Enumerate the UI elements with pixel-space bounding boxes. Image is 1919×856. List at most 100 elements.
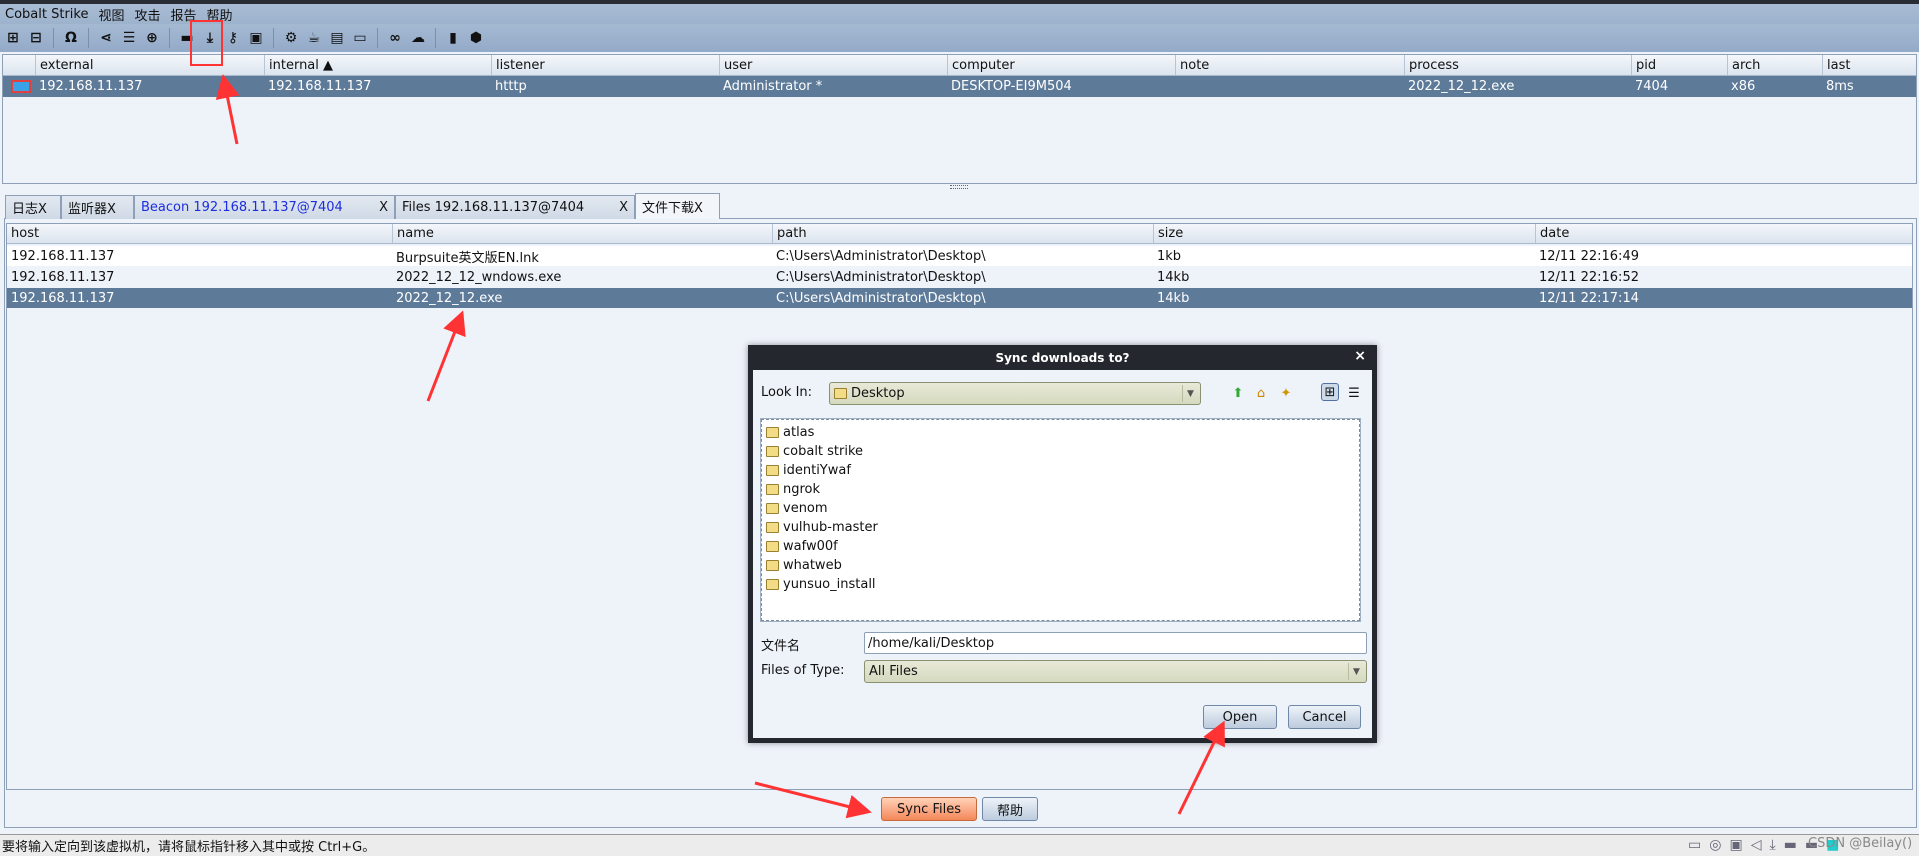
chevron-down-icon[interactable]: ▼ [1182,385,1198,402]
col-internal[interactable]: internal ▲ [264,55,333,75]
filename-value: /home/kali/Desktop [868,635,995,651]
col-host[interactable]: host [7,224,39,243]
folder-item[interactable]: whatweb [766,556,842,575]
dialog-title: Sync downloads to? [753,345,1372,370]
col-process[interactable]: process [1404,55,1459,75]
cloud-icon[interactable]: ☁ [409,29,427,47]
sync-files-button[interactable]: Sync Files [881,797,977,821]
home-icon[interactable]: ⌂ [1252,384,1270,402]
up-folder-icon[interactable]: ⬆ [1229,384,1247,402]
shared-folder-icon[interactable]: ▬ [1784,837,1797,853]
folder-icon [766,541,779,552]
tab-beacon[interactable]: Beacon 192.168.11.137@7404 X [134,195,395,219]
folder-name: cobalt strike [783,444,864,459]
folder-item[interactable]: identiYwaf [766,461,851,480]
screenshot-icon[interactable]: ▣ [247,29,265,47]
tab-files[interactable]: Files 192.168.11.137@7404 X [395,195,635,219]
minus-icon[interactable]: ⊟ [27,29,45,47]
folder-item[interactable]: cobalt strike [766,442,863,461]
tab-label: Files 192.168.11.137@7404 [402,200,585,215]
folder-list[interactable]: atlas cobalt strike identiYwaf ngrok venom vu… [760,418,1361,622]
terminal-icon[interactable]: ▭ [351,29,369,47]
splitter-handle[interactable] [950,185,968,189]
col-date[interactable]: date [1535,224,1569,243]
divider [53,28,54,48]
divider [273,28,274,48]
cell-date: 12/11 22:16:52 [1539,269,1639,285]
close-icon[interactable]: × [1354,348,1366,364]
cd-icon[interactable]: ◎ [1709,837,1721,853]
folder-name: yunsuo_install [783,577,876,592]
col-last[interactable]: last [1822,55,1850,75]
key-icon[interactable]: ⚷ [224,29,242,47]
folder-item[interactable]: venom [766,499,828,518]
gear-icon[interactable]: ⚙ [282,29,300,47]
col-note[interactable]: note [1175,55,1209,75]
cube-icon[interactable]: ⬢ [467,29,485,47]
menu-cobalt-strike[interactable]: Cobalt Strike [5,7,88,22]
col-user[interactable]: user [719,55,752,75]
col-path[interactable]: path [772,224,807,243]
col-listener[interactable]: listener [491,55,545,75]
book-icon[interactable]: ▮ [444,29,462,47]
headphones-icon[interactable]: Ω [62,29,80,47]
file-type-select[interactable]: All Files ▼ [864,660,1367,683]
help-button[interactable]: 帮助 [982,797,1038,821]
tab-log[interactable]: 日志X [5,195,61,219]
folder-item[interactable]: vulhub-master [766,518,878,537]
folder-icon [766,446,779,457]
list-view-icon[interactable]: ⊞ [1321,383,1339,401]
network-icon[interactable]: ▣ [1729,837,1742,853]
folder-item[interactable]: yunsuo_install [766,575,876,594]
divider [435,28,436,48]
status-text: 要将输入定向到该虚拟机，请将鼠标指针移入其中或按 Ctrl+G。 [2,840,376,855]
cell-internal: 192.168.11.137 [268,79,372,94]
download-row[interactable]: 192.168.11.137 2022_12_12.exe C:\Users\Adm… [7,288,1912,308]
folder-item[interactable]: wafw00f [766,537,838,556]
filename-input[interactable]: /home/kali/Desktop [864,632,1367,654]
usb-icon[interactable]: ⤓ [1769,837,1775,853]
cell-listener: htttp [495,79,527,94]
menu-attack[interactable]: 攻击 [134,5,160,24]
col-computer[interactable]: computer [947,55,1015,75]
new-folder-icon[interactable]: ✦ [1277,384,1295,402]
folder-item[interactable]: atlas [766,423,814,442]
menu-help[interactable]: 帮助 [207,5,233,24]
sound-icon[interactable]: ◁ [1751,837,1762,853]
details-view-icon[interactable]: ☰ [1345,384,1363,402]
close-icon[interactable]: X [619,200,628,215]
menu-view[interactable]: 视图 [98,5,124,24]
tab-listeners[interactable]: 监听器X [61,195,134,219]
download-icon[interactable]: ⤓ [201,29,219,47]
folder-item[interactable]: ngrok [766,480,820,499]
pivot-graph-icon[interactable]: ⋖ [97,29,115,47]
credentials-icon[interactable]: ▬ [178,29,196,47]
session-row[interactable]: 192.168.11.137 192.168.11.137 htttp Admi… [3,76,1916,97]
look-in-value: Desktop [851,386,905,401]
list-icon[interactable]: ☰ [120,29,138,47]
folder-name: ngrok [783,482,821,497]
tab-bar: 日志X 监听器X Beacon 192.168.11.137@7404 X Fil… [5,193,720,219]
open-button[interactable]: Open [1203,705,1277,729]
download-row[interactable]: 192.168.11.137 2022_12_12_wndows.exe C:\Us… [7,267,1912,287]
chevron-down-icon[interactable]: ▼ [1348,663,1364,680]
folder-name: atlas [783,425,815,440]
close-icon[interactable]: X [379,200,388,215]
look-in-select[interactable]: Desktop ▼ [829,382,1201,405]
col-size[interactable]: size [1153,224,1183,243]
document-icon[interactable]: ▤ [328,29,346,47]
col-external[interactable]: external [35,55,94,75]
target-icon[interactable]: ⊕ [143,29,161,47]
plus-icon[interactable]: ⊞ [4,29,22,47]
tab-downloads[interactable]: 文件下载X [635,193,720,219]
coffee-icon[interactable]: ☕ [305,29,323,47]
download-row[interactable]: 192.168.11.137 Burpsuite英文版EN.lnk C:\Users… [7,246,1912,266]
col-pid[interactable]: pid [1631,55,1656,75]
col-arch[interactable]: arch [1727,55,1760,75]
col-name[interactable]: name [392,224,434,243]
hard-disk-icon[interactable]: ▭ [1688,837,1701,853]
link-icon[interactable]: ∞ [386,29,404,47]
cancel-button[interactable]: Cancel [1288,705,1361,729]
menu-report[interactable]: 报告 [171,5,197,24]
cell-host: 192.168.11.137 [11,290,115,306]
